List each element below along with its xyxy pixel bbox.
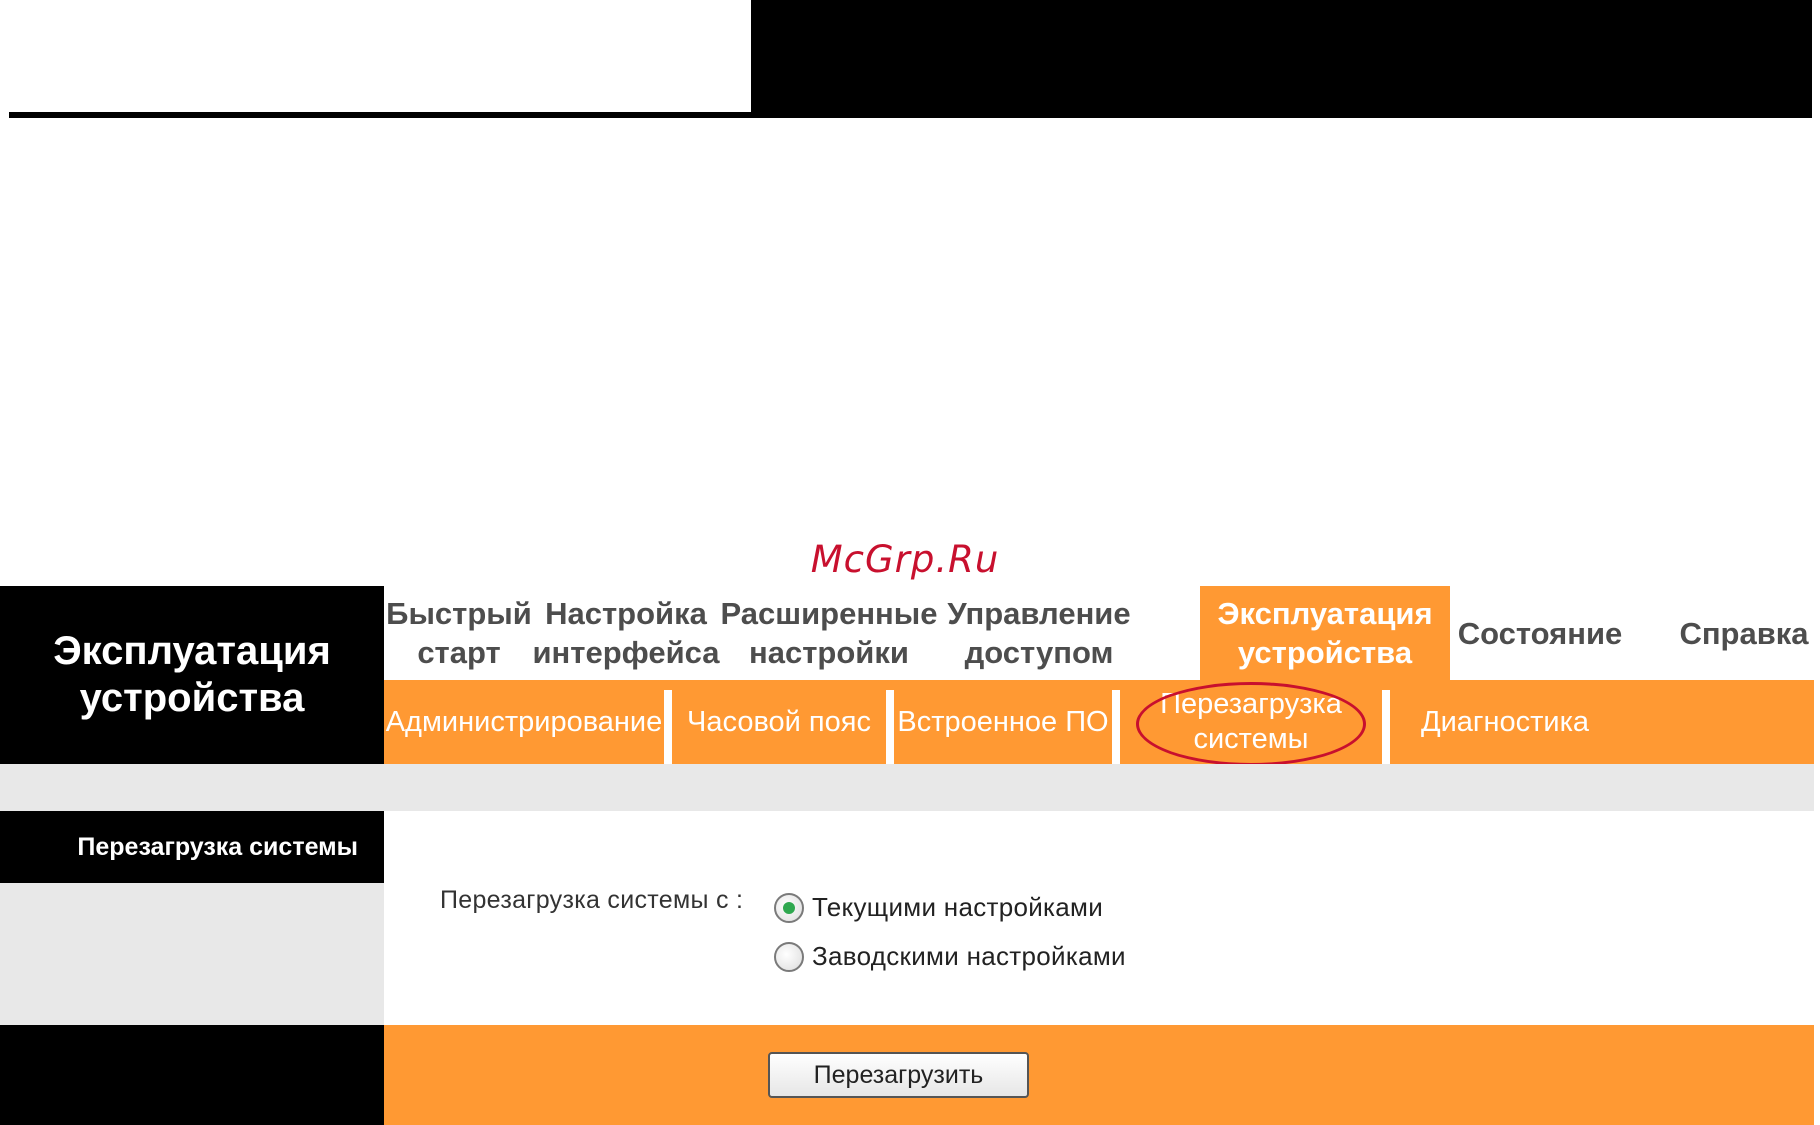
page-title: Эксплуатация устройства [0,586,384,764]
subtab-divider [664,690,672,764]
radio-button[interactable] [774,941,804,972]
subtab-divider [1382,690,1390,764]
content-spacer [384,764,1814,811]
router-ui-panel: Эксплуатация устройства Перезагрузка сис… [0,586,1820,1125]
reboot-options-label: Перезагрузка системы с : [440,886,744,914]
tab-access-management[interactable]: Управление доступом [940,586,1138,680]
subtab-divider [1112,690,1120,764]
radio-label: Текущими настройками [812,892,1104,922]
tab-status[interactable]: Состояние [1450,586,1630,680]
main-nav: Быстрый старт Настройка интерфейса Расши… [384,586,1814,680]
sidebar-spacer [0,764,384,811]
subtab-administration[interactable]: Администрирование [384,680,664,764]
subtab-time-zone[interactable]: Часовой пояс [672,680,886,764]
document-header-rule [9,112,1812,118]
sidebar-spacer [0,883,384,1025]
subtab-firmware[interactable]: Встроенное ПО [894,680,1112,764]
reboot-button[interactable]: Перезагрузить [768,1052,1029,1098]
main-area: Быстрый старт Настройка интерфейса Расши… [384,586,1814,1125]
sub-nav: Администрирование Часовой пояс Встроенно… [384,680,1814,764]
sidebar: Эксплуатация устройства Перезагрузка сис… [0,586,384,1125]
radio-factory-settings[interactable]: Заводскими настройками [774,941,1126,972]
tab-help[interactable]: Справка [1674,586,1814,680]
section-title: Перезагрузка системы [0,811,384,883]
tab-interface-setup[interactable]: Настройка интерфейса [533,586,720,680]
subtab-divider [886,690,894,764]
tab-device-maintenance[interactable]: Эксплуатация устройства [1200,586,1450,680]
radio-button-checked[interactable] [774,892,804,923]
tab-advanced-setup[interactable]: Расширенные настройки [718,586,940,680]
action-bar [384,1025,1814,1125]
sidebar-footer [0,1025,384,1125]
radio-current-settings[interactable]: Текущими настройками [774,892,1103,923]
watermark: McGrp.Ru [810,538,1000,581]
radio-label: Заводскими настройками [812,941,1126,971]
document-header-black-bar [751,0,1812,117]
subtab-system-reboot[interactable]: Перезагрузка системы [1120,680,1382,764]
tab-quick-start[interactable]: Быстрый старт [384,586,534,680]
subtab-diagnostics[interactable]: Диагностика [1390,680,1620,764]
